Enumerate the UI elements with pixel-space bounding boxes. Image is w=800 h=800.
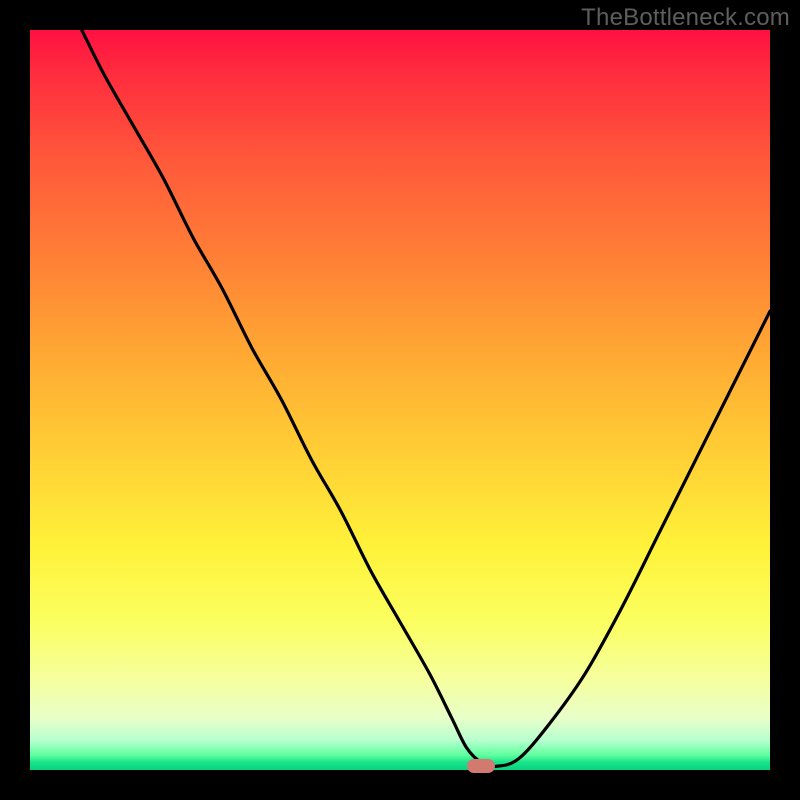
bottleneck-curve [30, 30, 770, 770]
bottleneck-curve-path [82, 30, 770, 766]
chart-frame: TheBottleneck.com [0, 0, 800, 800]
watermark-text: TheBottleneck.com [581, 4, 790, 32]
optimal-point-marker [467, 759, 495, 773]
plot-area [30, 30, 770, 770]
